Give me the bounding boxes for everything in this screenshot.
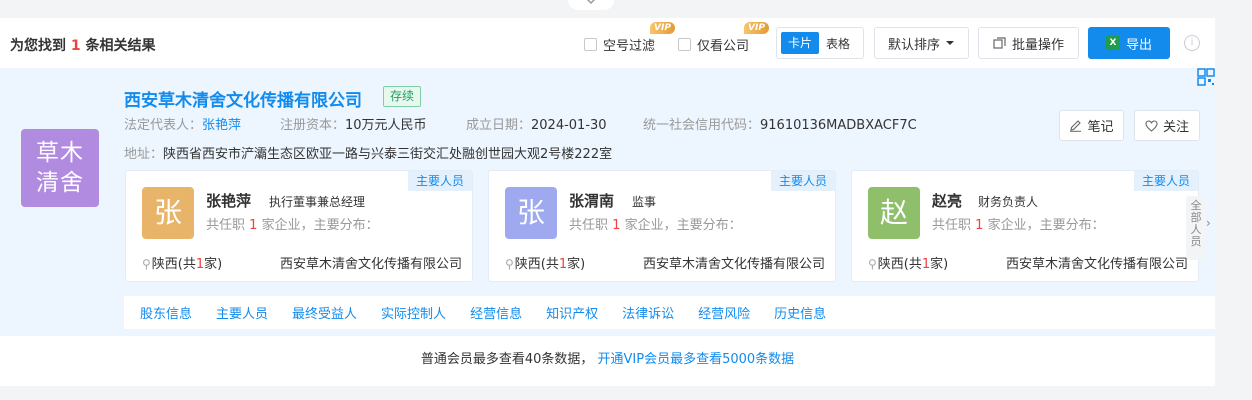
search-result-panel: 为您找到 1 条相关结果 空号过滤 VIP 仅看公司 VIP 卡片 表格 默认排… — [0, 18, 1215, 386]
person-region-row: ⚲陕西(共1家) 西安草木清舍文化传播有限公司 — [505, 253, 825, 272]
qr-code-icon[interactable] — [1197, 68, 1215, 86]
tab-actual-controller[interactable]: 实际控制人 — [381, 303, 446, 322]
role-tag: 主要人员 — [770, 171, 835, 191]
avatar[interactable]: 张 — [505, 187, 557, 239]
company-address: 地址：陕西省西安市浐灞生态区欧亚一路与兴泰三街交汇处融创世园大观2号楼222室 — [124, 147, 613, 162]
person-name[interactable]: 张渭南 — [569, 190, 614, 211]
person-region-row: ⚲陕西(共1家) 西安草木清舍文化传播有限公司 — [142, 253, 462, 272]
company-logo[interactable]: 草木 清舍 — [21, 129, 99, 207]
person-card[interactable]: 主要人员 张 张渭南 监事 共任职 1 家企业，主要分布： ⚲陕西(共1家) 西… — [488, 170, 836, 282]
tab-business-info[interactable]: 经营信息 — [470, 303, 522, 322]
location-icon: ⚲ — [868, 257, 877, 271]
credit-code: 统一社会信用代码：91610136MADBXACF7C — [643, 118, 917, 133]
location-icon: ⚲ — [142, 257, 151, 271]
tab-history[interactable]: 历史信息 — [774, 303, 826, 322]
member-limit-notice: 普通会员最多查看40条数据， 开通VIP会员最多查看5000条数据 — [420, 352, 795, 367]
vip-upgrade-link[interactable]: 开通VIP会员最多查看5000条数据 — [598, 352, 795, 367]
filter-company-only[interactable]: 仅看公司 VIP — [678, 22, 769, 54]
export-button[interactable]: X 导出 — [1088, 27, 1170, 59]
note-button[interactable]: 笔记 — [1059, 110, 1124, 141]
pencil-icon — [1070, 120, 1082, 132]
vip-badge: VIP — [744, 22, 769, 34]
company-card: 草木 清舍 西安草木清舍文化传播有限公司 存续 法定代表人：张艳萍 注册资本：1… — [0, 68, 1215, 336]
caret-down-icon — [946, 41, 954, 45]
person-region-row: ⚲陕西(共1家) 西安草木清舍文化传播有限公司 — [868, 253, 1188, 272]
tab-business-risk[interactable]: 经营风险 — [698, 303, 750, 322]
filter-empty-phone[interactable]: 空号过滤 VIP — [584, 22, 675, 54]
role-tag: 主要人员 — [1133, 171, 1198, 191]
info-icon[interactable]: i — [1184, 35, 1200, 51]
location-icon: ⚲ — [505, 257, 514, 271]
excel-icon: X — [1105, 36, 1120, 50]
person-company-link[interactable]: 西安草木清舍文化传播有限公司 — [280, 253, 462, 272]
batch-operation-button[interactable]: 批量操作 — [978, 27, 1079, 59]
checkbox[interactable] — [584, 38, 597, 51]
tab-intellectual-property[interactable]: 知识产权 — [546, 303, 598, 322]
person-name[interactable]: 赵亮 — [932, 190, 962, 211]
person-role: 执行董事兼总经理 — [269, 195, 366, 209]
view-card-button[interactable]: 卡片 — [781, 32, 820, 54]
sort-dropdown[interactable]: 默认排序 — [874, 27, 969, 59]
result-count-text: 为您找到 1 条相关结果 — [10, 38, 156, 54]
company-name-link[interactable]: 西安草木清舍文化传播有限公司 — [124, 86, 362, 111]
status-badge: 存续 — [383, 86, 422, 107]
tab-shareholders[interactable]: 股东信息 — [140, 303, 192, 322]
person-company-link[interactable]: 西安草木清舍文化传播有限公司 — [643, 253, 825, 272]
person-stat: 共任职 1 家企业，主要分布： — [206, 218, 379, 233]
view-table-button[interactable]: 表格 — [819, 35, 857, 52]
person-role: 财务负责人 — [978, 195, 1039, 209]
heart-icon — [1145, 119, 1158, 132]
founded-date: 成立日期：2024-01-30 — [466, 118, 607, 133]
vip-badge: VIP — [650, 22, 675, 34]
collapse-tab[interactable] — [568, 0, 614, 10]
tab-ultimate-beneficiary[interactable]: 最终受益人 — [292, 303, 357, 322]
person-stat: 共任职 1 家企业，主要分布： — [932, 218, 1105, 233]
avatar[interactable]: 张 — [142, 187, 194, 239]
all-staff-button[interactable]: 全 部 人 员 — [1186, 196, 1206, 260]
tab-litigation[interactable]: 法律诉讼 — [622, 303, 674, 322]
result-count: 1 — [70, 38, 81, 54]
role-tag: 主要人员 — [407, 171, 472, 191]
person-card[interactable]: 主要人员 张 张艳萍 执行董事兼总经理 共任职 1 家企业，主要分布： ⚲陕西(… — [125, 170, 473, 282]
legal-representative: 法定代表人：张艳萍 — [124, 118, 242, 133]
chevron-right-icon[interactable]: › — [1206, 216, 1211, 230]
follow-button[interactable]: 关注 — [1134, 110, 1200, 141]
person-company-link[interactable]: 西安草木清舍文化传播有限公司 — [1006, 253, 1188, 272]
tab-key-personnel[interactable]: 主要人员 — [216, 303, 268, 322]
avatar[interactable]: 赵 — [868, 187, 920, 239]
checkbox[interactable] — [678, 38, 691, 51]
person-stat: 共任职 1 家企业，主要分布： — [569, 218, 742, 233]
person-name[interactable]: 张艳萍 — [206, 190, 251, 211]
company-info-tabs: 股东信息 主要人员 最终受益人 实际控制人 经营信息 知识产权 法律诉讼 经营风… — [124, 296, 1215, 329]
batch-icon — [993, 36, 1006, 49]
registered-capital: 注册资本：10万元人民币 — [280, 118, 427, 133]
chevron-down-icon — [586, 0, 596, 5]
person-card[interactable]: 主要人员 赵 赵亮 财务负责人 共任职 1 家企业，主要分布： ⚲陕西(共1家)… — [851, 170, 1199, 282]
legal-rep-link[interactable]: 张艳萍 — [202, 118, 241, 133]
result-header: 为您找到 1 条相关结果 空号过滤 VIP 仅看公司 VIP 卡片 表格 默认排… — [0, 18, 1215, 68]
view-toggle: 卡片 表格 — [776, 27, 864, 59]
person-role: 监事 — [632, 195, 657, 209]
